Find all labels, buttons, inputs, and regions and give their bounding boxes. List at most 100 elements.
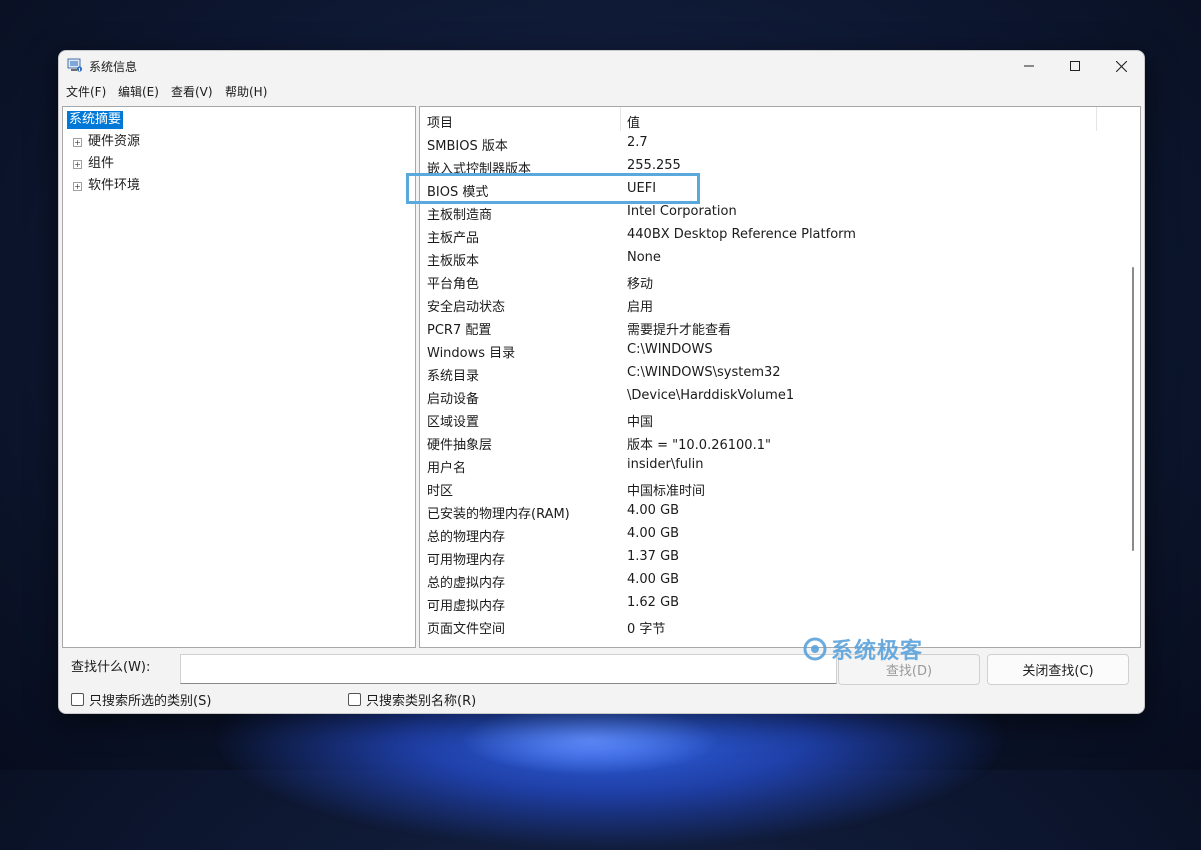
column-header-value[interactable]: 值 bbox=[627, 112, 640, 131]
close-find-button[interactable]: 关闭查找(C) bbox=[987, 654, 1129, 685]
row-item-value: 移动 bbox=[627, 277, 654, 292]
table-row[interactable]: 嵌入式控制器版本 255.255 bbox=[420, 154, 1125, 177]
menu-bar: 文件(F) 编辑(E) 查看(V) 帮助(H) bbox=[59, 81, 1144, 101]
table-row[interactable]: 可用虚拟内存 1.62 GB bbox=[420, 591, 1125, 614]
window-title: 系统信息 bbox=[89, 60, 138, 74]
checkbox-label: 只搜索类别名称(R) bbox=[366, 694, 477, 709]
row-item-value: 中国 bbox=[627, 415, 654, 430]
row-item-value: \Device\HarddiskVolume1 bbox=[627, 388, 795, 403]
row-item-label: 总的虚拟内存 bbox=[427, 576, 506, 591]
checkbox-label: 只搜索所选的类别(S) bbox=[89, 694, 212, 709]
system-info-icon bbox=[67, 58, 83, 72]
expand-icon[interactable]: + bbox=[73, 182, 82, 191]
row-item-label: SMBIOS 版本 bbox=[427, 139, 508, 154]
watermark-text: 系统极客 bbox=[831, 639, 924, 664]
table-row[interactable]: 总的物理内存 4.00 GB bbox=[420, 522, 1125, 545]
checkbox[interactable] bbox=[348, 693, 361, 706]
scroll-thumb[interactable] bbox=[1132, 267, 1134, 551]
table-row[interactable]: 可用物理内存 1.37 GB bbox=[420, 545, 1125, 568]
checkbox[interactable] bbox=[71, 693, 84, 706]
row-item-value: insider\fulin bbox=[627, 457, 704, 472]
details-list[interactable]: 项目 值 SMBIOS 版本 2.7 嵌入式控制器版本 255.255 BIOS 模式 U… bbox=[419, 106, 1141, 648]
table-row[interactable]: 安全启动状态 启用 bbox=[420, 292, 1125, 315]
table-row[interactable]: 用户名 insider\fulin bbox=[420, 453, 1125, 476]
table-row[interactable]: 时区 中国标准时间 bbox=[420, 476, 1125, 499]
table-row[interactable]: 页面文件空间 0 字节 bbox=[420, 614, 1125, 637]
row-item-label: PCR7 配置 bbox=[427, 323, 492, 338]
tree-item-hardware-resources[interactable]: 硬件资源 bbox=[88, 134, 140, 150]
row-item-value: 启用 bbox=[627, 300, 654, 315]
table-row[interactable]: SMBIOS 版本 2.7 bbox=[420, 131, 1125, 154]
category-tree[interactable]: 系统摘要 + 硬件资源 + 组件 + 软件环境 bbox=[62, 106, 416, 648]
row-item-value: UEFI bbox=[627, 181, 657, 196]
column-divider[interactable] bbox=[620, 107, 621, 131]
row-item-value: 255.255 bbox=[627, 158, 681, 173]
menu-help[interactable]: 帮助(H) bbox=[225, 83, 267, 100]
close-icon bbox=[1115, 60, 1127, 72]
watermark: 系统极客 bbox=[802, 633, 923, 665]
row-item-label: 主板版本 bbox=[427, 254, 480, 269]
row-item-label: 硬件抽象层 bbox=[427, 438, 493, 453]
row-item-label: 启动设备 bbox=[427, 392, 480, 407]
table-row[interactable]: 已安装的物理内存(RAM) 4.00 GB bbox=[420, 499, 1125, 522]
table-row[interactable]: 平台角色 移动 bbox=[420, 269, 1125, 292]
maximize-icon bbox=[1070, 61, 1080, 71]
row-item-label: 可用虚拟内存 bbox=[427, 599, 506, 614]
row-item-value: 4.00 GB bbox=[627, 526, 680, 541]
row-item-value: 4.00 GB bbox=[627, 503, 680, 518]
system-info-window: 系统信息 文件(F) 编辑(E) 查看(V) 帮助(H) 系统摘要 + 硬件资源… bbox=[58, 50, 1145, 714]
row-item-label: 总的物理内存 bbox=[427, 530, 506, 545]
table-row[interactable]: 区域设置 中国 bbox=[420, 407, 1125, 430]
menu-edit[interactable]: 编辑(E) bbox=[118, 83, 159, 100]
row-item-value: 2.7 bbox=[627, 135, 648, 150]
column-header-item[interactable]: 项目 bbox=[427, 112, 453, 131]
row-item-value: 版本 = "10.0.26100.1" bbox=[627, 438, 771, 453]
row-item-value: 440BX Desktop Reference Platform bbox=[627, 227, 856, 242]
table-row[interactable]: Windows 目录 C:\WINDOWS bbox=[420, 338, 1125, 361]
row-item-label: BIOS 模式 bbox=[427, 185, 489, 200]
row-item-label: 页面文件空间 bbox=[427, 622, 506, 637]
vertical-scrollbar[interactable] bbox=[1126, 107, 1140, 647]
minimize-button[interactable] bbox=[1006, 51, 1052, 81]
expand-icon[interactable]: + bbox=[73, 138, 82, 147]
expand-icon[interactable]: + bbox=[73, 160, 82, 169]
row-item-label: 平台角色 bbox=[427, 277, 480, 292]
row-item-label: 主板制造商 bbox=[427, 208, 493, 223]
row-item-value: 1.62 GB bbox=[627, 595, 680, 610]
table-row[interactable]: 系统目录 C:\WINDOWS\system32 bbox=[420, 361, 1125, 384]
row-item-label: 嵌入式控制器版本 bbox=[427, 162, 532, 177]
row-item-value: C:\WINDOWS bbox=[627, 342, 713, 357]
close-button[interactable] bbox=[1098, 51, 1144, 81]
table-row[interactable]: 总的虚拟内存 4.00 GB bbox=[420, 568, 1125, 591]
row-item-value: 4.00 GB bbox=[627, 572, 680, 587]
title-bar[interactable]: 系统信息 bbox=[59, 51, 1144, 81]
table-row[interactable]: 主板产品 440BX Desktop Reference Platform bbox=[420, 223, 1125, 246]
tree-item-software-environment[interactable]: 软件环境 bbox=[88, 178, 140, 194]
table-row[interactable]: BIOS 模式 UEFI bbox=[420, 177, 1125, 200]
row-item-value: 需要提升才能查看 bbox=[627, 323, 732, 338]
find-input[interactable] bbox=[180, 654, 837, 684]
row-item-label: 已安装的物理内存(RAM) bbox=[427, 507, 570, 522]
column-divider[interactable] bbox=[1096, 107, 1097, 131]
row-item-value: C:\WINDOWS\system32 bbox=[627, 365, 781, 380]
tree-item-components[interactable]: 组件 bbox=[88, 156, 114, 172]
row-item-label: 系统目录 bbox=[427, 369, 480, 384]
row-item-label: 时区 bbox=[427, 484, 454, 499]
menu-file[interactable]: 文件(F) bbox=[66, 83, 106, 100]
option-search-selected-category[interactable]: 只搜索所选的类别(S) bbox=[71, 690, 211, 709]
table-row[interactable]: 主板制造商 Intel Corporation bbox=[420, 200, 1125, 223]
table-row[interactable]: 启动设备 \Device\HarddiskVolume1 bbox=[420, 384, 1125, 407]
row-item-label: 主板产品 bbox=[427, 231, 480, 246]
row-item-value: None bbox=[627, 250, 661, 265]
row-item-label: 安全启动状态 bbox=[427, 300, 506, 315]
menu-view[interactable]: 查看(V) bbox=[171, 83, 213, 100]
maximize-button[interactable] bbox=[1052, 51, 1098, 81]
tree-item-system-summary[interactable]: 系统摘要 bbox=[67, 111, 124, 129]
row-item-label: Windows 目录 bbox=[427, 346, 516, 361]
row-item-value: 中国标准时间 bbox=[627, 484, 706, 499]
row-item-value: 1.37 GB bbox=[627, 549, 680, 564]
option-search-category-names[interactable]: 只搜索类别名称(R) bbox=[348, 690, 476, 709]
table-row[interactable]: 主板版本 None bbox=[420, 246, 1125, 269]
table-row[interactable]: PCR7 配置 需要提升才能查看 bbox=[420, 315, 1125, 338]
table-row[interactable]: 硬件抽象层 版本 = "10.0.26100.1" bbox=[420, 430, 1125, 453]
